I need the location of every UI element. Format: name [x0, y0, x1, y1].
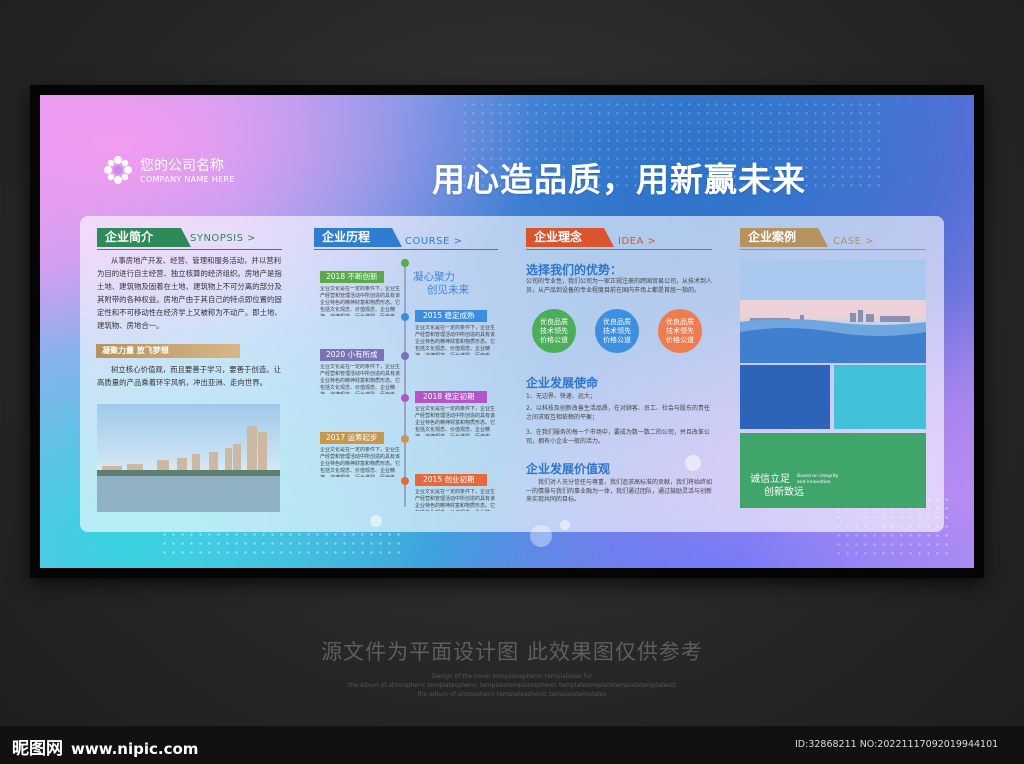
- section-en-case: CASE >: [833, 236, 875, 247]
- timeline-year: 2018 不断创新: [320, 271, 384, 283]
- section-rule: [526, 249, 712, 250]
- section-tag-idea: 企业理念: [526, 228, 614, 247]
- advantage-circle: 优良品质 技术领先 价格公道: [595, 309, 639, 353]
- section-en-course: COURSE >: [405, 236, 463, 247]
- timeline-text: 企业文化是在一定的条件下，企业生产经营和管理活动中所创造的具有该企业特色的精神财…: [320, 364, 400, 394]
- mission-item: 2、以科技及创新改善生活品质，在对顾客、员工、社会与股东的责任之间求取互相依赖的…: [526, 405, 710, 421]
- timeline-dot: [401, 313, 409, 321]
- timeline-text: 企业文化是在一定的条件下，企业生产经营和管理活动中所创造的具有该企业特色的精神财…: [415, 406, 495, 436]
- site-logo[interactable]: 昵图网 www.nipic.com: [12, 734, 198, 759]
- case-slogan: 诚信立足 创新致远: [750, 474, 804, 498]
- case-slogan-en: Based on integrity and innovation: [797, 474, 839, 485]
- timeline-line: [404, 265, 406, 507]
- image-id: ID:32868211 NO:20221117092019944101: [795, 739, 999, 750]
- company-name: 您的公司名称: [140, 158, 224, 174]
- synopsis-subhead: 凝聚力量 放飞梦想: [96, 344, 240, 358]
- timeline-year: 2015 创业初期: [415, 474, 487, 486]
- advantage-body: 公司的专业性，我们公司为一家正规注册的跨国贸易公司，从技术到人员，从产品到设备的…: [526, 278, 713, 294]
- section-en-synopsis: SYNOPSIS >: [190, 233, 257, 244]
- section-rule: [314, 249, 498, 250]
- values-body: 我们对人充分信任与尊重，我们追求高标准的贡献，我们将始终如一的情操与我们的事业融…: [526, 479, 713, 503]
- values-title: 企业发展价值观: [526, 462, 611, 476]
- city-photo: [97, 404, 280, 512]
- timeline-dot: [401, 259, 409, 267]
- mission-item: 1、无边界、快速、远大；: [526, 393, 596, 400]
- timeline-year: 2015 稳定成熟: [415, 310, 487, 322]
- company-name-en: COMPANY NAME HERE: [140, 175, 235, 184]
- section-en-idea: IDEA >: [618, 236, 657, 247]
- timeline-dot: [401, 394, 409, 402]
- site-name: 昵图网: [12, 739, 63, 759]
- timeline-text: 企业文化是在一定的条件下，企业生产经营和管理活动中所创造的具有该企业特色的精神财…: [320, 447, 400, 477]
- timeline-dot: [401, 435, 409, 443]
- timeline-year: 2020 小有所成: [320, 349, 384, 361]
- section-tag-case: 企业案例: [740, 228, 828, 247]
- section-tag-course: 企业历程: [314, 228, 402, 247]
- mission-item: 3、在我们服务的每一个市场中，要成为数一数二的公司，并且改革公司，拥有小企业一般…: [526, 429, 710, 445]
- board: 您的公司名称 COMPANY NAME HERE 用心造品质，用新赢未来 企业简…: [40, 95, 974, 568]
- synopsis-sub-body: 树立核心价值观，而且要善于学习，要善于创造。让高质量的产品乘着环宇风帆，冲出亚洲…: [97, 365, 281, 387]
- case-photo: [740, 260, 926, 363]
- section-rule: [740, 249, 926, 250]
- advantage-circle: 优良品质 技术领先 价格公道: [658, 309, 702, 353]
- company-logo-icon: [104, 156, 132, 184]
- case-tile-cyan: [834, 365, 926, 429]
- timeline-year: 2018 稳定初期: [415, 391, 487, 403]
- course-headline: 凝心聚力 创见未来: [413, 271, 469, 296]
- timeline-text: 企业文化是在一定的条件下，企业生产经营和管理活动中所创造的具有该企业特色的精神财…: [320, 286, 400, 316]
- timeline-year: 2017 运筹起步: [320, 432, 384, 444]
- timeline-text: 企业文化是在一定的条件下，企业生产经营和管理活动中所创造的具有该企业特色的精神财…: [415, 325, 495, 355]
- section-rule: [97, 249, 282, 250]
- advantage-circle: 优良品质 技术领先 价格公道: [532, 309, 576, 353]
- section-tag-synopsis: 企业简介: [97, 228, 191, 247]
- caption-main: 源文件为平面设计图 此效果图仅供参考: [321, 640, 703, 664]
- timeline-dot: [401, 352, 409, 360]
- timeline-text: 企业文化是在一定的条件下，企业生产经营和管理活动中所创造的具有该企业特色的精神财…: [415, 489, 495, 511]
- site-url[interactable]: www.nipic.com: [71, 740, 198, 758]
- mission-title: 企业发展使命: [526, 376, 599, 390]
- synopsis-body: 从事房地产开发、经营、管理和服务活动，并以营利为目的进行自主经营、独立核算的经济…: [97, 256, 282, 330]
- main-title: 用心造品质，用新赢未来: [432, 160, 806, 199]
- caption-small: Design of the cover templatesphenic temp…: [348, 673, 676, 698]
- case-tile-blue: [740, 365, 830, 429]
- advantage-title: 选择我们的优势：: [526, 263, 623, 277]
- timeline-dot: [401, 477, 409, 485]
- decor-dots: [160, 530, 400, 560]
